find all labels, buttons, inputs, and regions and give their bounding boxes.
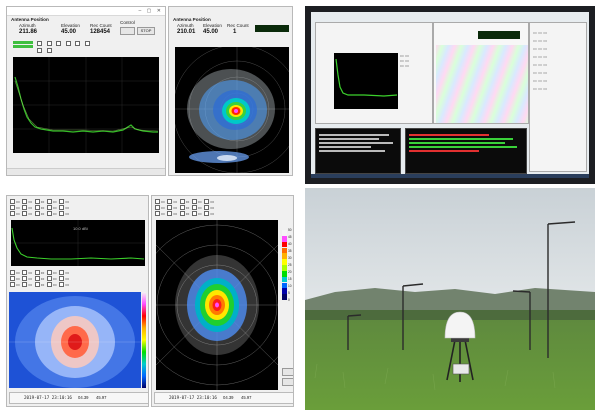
azimuth-value: 210.01 [177,29,196,35]
azimuth-label: Azimuth [19,23,36,28]
photo-spectrum-svg [335,58,398,97]
timestamp-text: 2019-07-17 23:10:16 [169,395,217,400]
spectrum-plot [13,57,159,153]
colorbar-tick-label: 20 [288,270,292,274]
spectrum-plot: 10.0 dBi [11,220,145,266]
colorbar-tick-label: 30 [288,256,292,260]
elevation-label: Elevation [61,23,80,28]
option-row-1[interactable] [37,41,91,47]
heatmap-colorbar [142,292,146,388]
stop-button[interactable]: STOP [137,27,155,35]
polar-density-plot [175,47,289,173]
colorbar-tick-label: 15 [288,277,292,281]
azimuth-label: Azimuth [177,23,194,28]
antenna-position-title: Antenna Position [11,17,49,22]
panel-b-monitor-photo: ▭ ▭ ▭ ▭ ▭ ▭ ▭ ▭ ▭ ▭ ▭ ▭ ▭ ▭ ▭ ▭ ▭ ▭ ▭ ▭ ▭ ▭ ▭ ▭… [305,6,595,184]
status-row: 2019-07-17 23:10:16 04.39 45.97 [154,392,293,404]
checkbox-grid-top[interactable]: ▭ ▭ ▭ ▭ ▭ ▭ ▭ ▭ ▭ ▭ ▭ ▭ ▭ ▭ ▭ [10,199,69,217]
antenna-position-title: Antenna Position [173,17,211,22]
colorbar-ticks: 50 45 40 35 30 25 20 15 10 5 0 [288,228,293,302]
checkbox-grid[interactable]: ▭ ▭ ▭ ▭ ▭ ▭ ▭ ▭ ▭ ▭ ▭ ▭ ▭ ▭ ▭ [155,199,214,217]
photo-spectrum-plot [334,53,398,109]
photo-middle-window [433,22,529,124]
clock-display [255,25,289,32]
colorbar-tick-label: 35 [288,249,292,253]
colorbar-tick-label: 5 [288,291,290,295]
colorbar-tick-label: 10 [288,284,292,288]
status-row: 2019-07-17 23:10:16 04.39 45.97 [9,392,148,404]
spectrum-svg [13,57,159,153]
spectrum-svg: 10.0 dBi [11,220,145,266]
terminal-text-left [319,132,397,154]
azimuth-readout: 04.39 [78,395,89,400]
colorbar-swatch [282,294,287,300]
elevation-readout: 45.97 [96,395,107,400]
heatmap-svg [9,292,141,388]
side-button-1[interactable] [282,368,293,376]
polar-density-svg [175,47,289,173]
monitor-screen: ▭ ▭ ▭ ▭ ▭ ▭ ▭ ▭ ▭ ▭ ▭ ▭ ▭ ▭ ▭ ▭ ▭ ▭ ▭ ▭ ▭ ▭ ▭ ▭… [311,12,589,178]
colorbar-swatches [282,230,287,300]
antenna-field-scene [305,188,595,410]
plot-label: 10.0 dBi [73,226,88,231]
colorbar-tick-label: 50 [288,228,292,232]
spectrum-window: ▭ ▭ ▭ ▭ ▭ ▭ ▭ ▭ ▭ ▭ ▭ ▭ ▭ ▭ ▭ 10.0 dBi ▭… [6,195,149,407]
colorbar: 50 45 40 35 30 25 20 15 10 5 0 [282,228,293,302]
monitor-window-left: – ▢ ✕ Antenna Position Azimuth Elevation… [6,6,166,176]
spectrum-trace [14,76,158,133]
photo-collage: { "panel_a": { "left": { "title": "Anten… [0,0,602,418]
elevation-value: 45.00 [203,29,219,35]
colorbar-tick-label: 45 [288,235,292,239]
timestamp-text: 2019-07-17 23:10:16 [24,395,72,400]
window-controls[interactable]: – ▢ ✕ [139,8,163,14]
polar-window: ▭ ▭ ▭ ▭ ▭ ▭ ▭ ▭ ▭ ▭ ▭ ▭ ▭ ▭ ▭ 50 45 40 3… [151,195,294,407]
azimuth-value: 211.86 [19,29,38,35]
azimuth-readout: 04.39 [223,395,234,400]
panel-d-antenna-photo [305,188,595,410]
green-status-indicators [13,41,33,48]
photo-app-controls: ▭ ▭ ▭ ▭ ▭ ▭ [400,53,410,68]
option-row-2[interactable] [37,48,53,54]
photo-taskbar [311,174,589,178]
rec-count-value: 1 [233,29,237,35]
run-button[interactable] [120,27,135,35]
rec-count-label: Rec Count [90,23,112,28]
photo-app-window: ▭ ▭ ▭ ▭ ▭ ▭ [315,22,433,124]
panel-c-software-screenshot: ▭ ▭ ▭ ▭ ▭ ▭ ▭ ▭ ▭ ▭ ▭ ▭ ▭ ▭ ▭ 10.0 dBi ▭… [6,195,296,409]
panel-a-software-screenshot: – ▢ ✕ Antenna Position Azimuth Elevation… [6,6,293,182]
side-button-2[interactable] [282,378,293,386]
rec-count-label: Rec Count [227,23,249,28]
polar-svg [156,220,278,390]
control-label: Control [120,20,135,25]
terminal-text-right [409,132,523,154]
photo-settings-panel: ▭ ▭ ▭ ▭ ▭ ▭ ▭ ▭ ▭ ▭ ▭ ▭ ▭ ▭ ▭ ▭ ▭ ▭ ▭ ▭ ▭ ▭ ▭ ▭ [529,22,587,172]
rec-count-value: 128454 [90,29,111,35]
photo-terminal-right [405,128,527,174]
photo-rainbow-pattern [436,45,528,123]
polar-density-plot [156,220,278,390]
photo-terminal-left [315,128,401,174]
photo-clock-display [478,31,520,39]
elevation-readout: 45.97 [241,395,252,400]
colorbar-tick-label: 40 [288,242,292,246]
status-bar [7,168,165,175]
colorbar-tick-label: 25 [288,263,292,267]
monitor-window-right: Antenna Position Azimuth Elevation Rec C… [168,6,293,176]
checkbox-grid-bottom[interactable]: ▭ ▭ ▭ ▭ ▭ ▭ ▭ ▭ ▭ ▭ ▭ ▭ ▭ ▭ ▭ [10,270,69,288]
cartesian-heatmap [9,292,141,388]
elevation-value: 45.00 [61,29,77,35]
colorbar-tick-label: 0 [288,298,290,302]
photo-settings-rows: ▭ ▭ ▭ ▭ ▭ ▭ ▭ ▭ ▭ ▭ ▭ ▭ ▭ ▭ ▭ ▭ ▭ ▭ ▭ ▭ ▭ ▭ ▭ ▭ [533,30,548,91]
elevation-label: Elevation [203,23,222,28]
